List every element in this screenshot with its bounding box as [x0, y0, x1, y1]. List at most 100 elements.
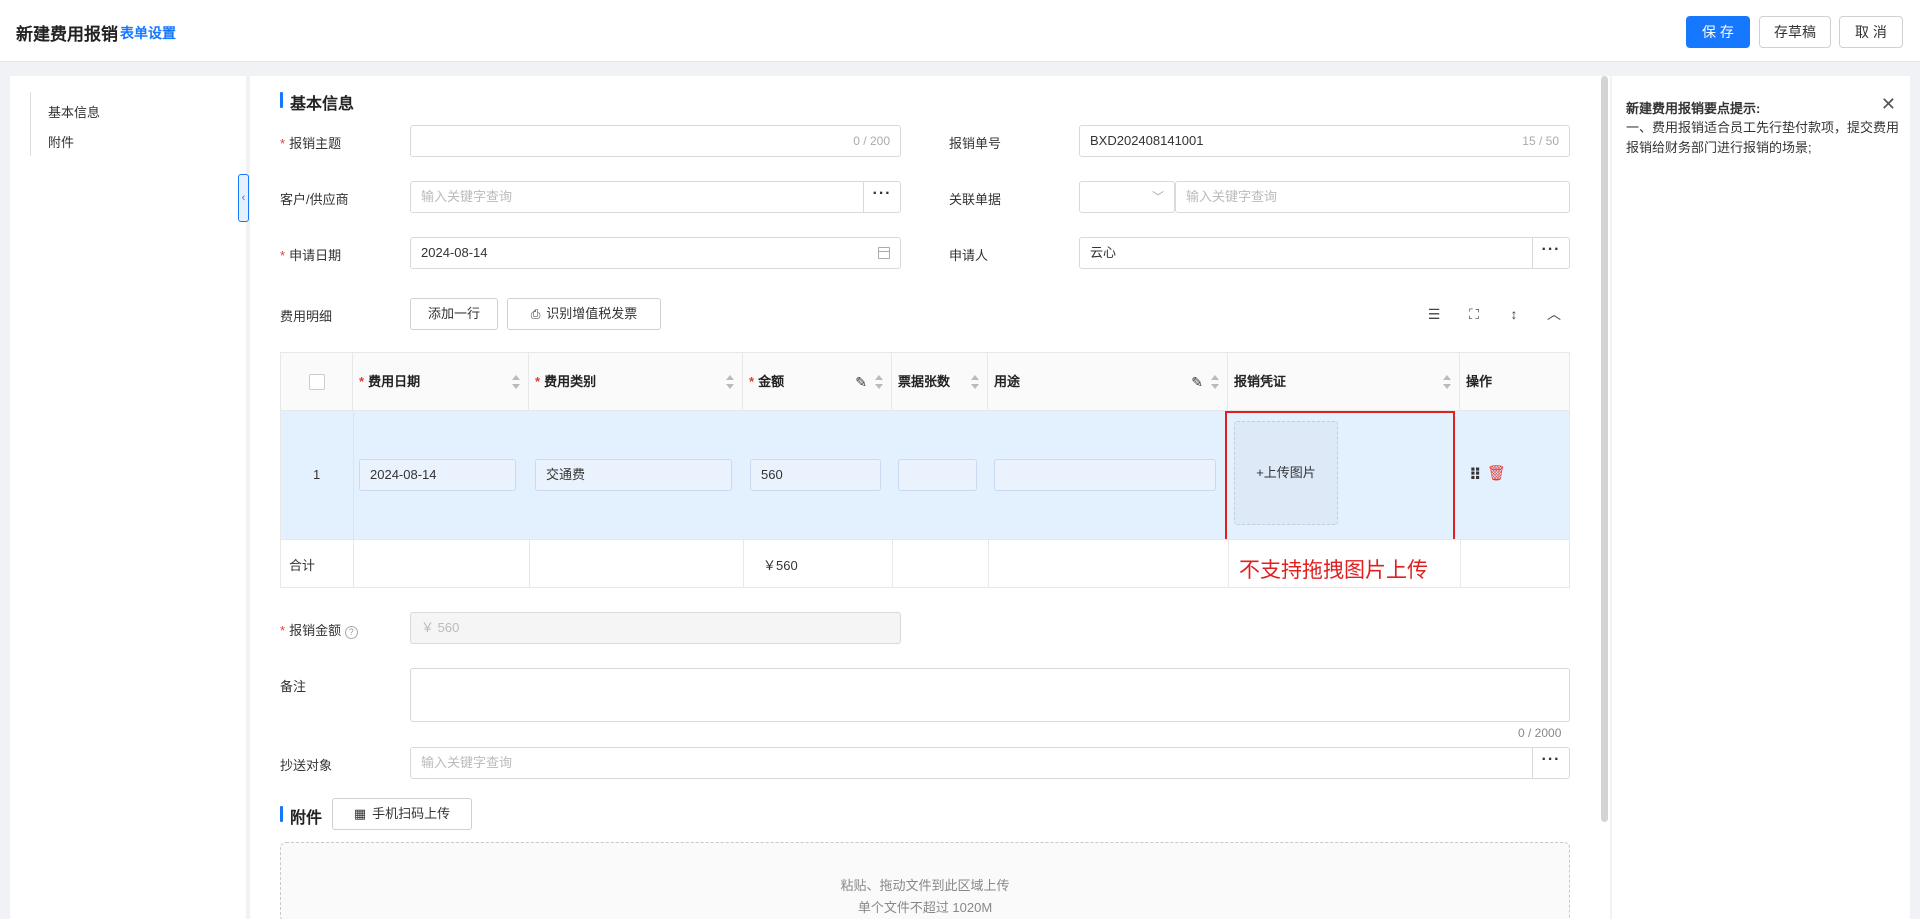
chevron-up-icon[interactable]: ︿ — [1545, 305, 1563, 323]
annotation-text: 不支持拖拽图片上传 — [1239, 558, 1428, 582]
related-type-select[interactable]: ﹀ — [1079, 181, 1175, 213]
row-amount-input[interactable]: 560 — [750, 459, 881, 491]
calendar-icon — [878, 247, 890, 259]
applicant-more-icon[interactable]: ··· — [1532, 238, 1569, 268]
help-question-icon[interactable]: ? — [344, 626, 358, 639]
mobile-upload-label: 手机扫码上传 — [372, 806, 451, 821]
recognize-invoice-button[interactable]: ⎙ 识别增值税发票 — [507, 298, 661, 330]
date-label: * 申请日期 — [280, 248, 342, 263]
file-size-hint: 单个文件不超过 1020M — [857, 900, 993, 915]
sort-icon[interactable] — [726, 375, 734, 389]
sort-icon[interactable] — [1211, 375, 1219, 389]
recognize-invoice-label: 识别增值税发票 — [546, 306, 638, 321]
add-row-button[interactable]: 添加一行 — [410, 298, 498, 330]
cc-more-icon[interactable]: ··· — [1532, 748, 1569, 778]
amount-label: * 报销金额 ? — [280, 620, 358, 639]
col-tickets-text: 票据张数 — [898, 374, 951, 389]
row-divider — [988, 540, 989, 588]
row-purpose-input[interactable] — [994, 459, 1216, 491]
page-title: 新建费用报销 — [16, 25, 118, 44]
main-scrollbar[interactable] — [1601, 76, 1608, 822]
cancel-button[interactable]: 取 消 — [1839, 16, 1903, 48]
cc-input[interactable]: 输入关键字查询 ··· — [410, 747, 1570, 779]
customer-more-icon[interactable]: ··· — [863, 182, 900, 212]
edit-pen-icon[interactable]: ✎ — [855, 353, 867, 411]
qrcode-icon: ▦ — [353, 806, 367, 821]
row-divider — [892, 540, 893, 588]
expense-detail-table: * 费用日期 * 费用类别 * 金额 ✎ 票据张数 用途 ✎ 报销凭证 操作 1 2024… — [280, 352, 1570, 588]
sort-icon[interactable] — [971, 375, 979, 389]
nav-item-basic-info[interactable]: 基本信息 — [48, 102, 100, 121]
row-height-icon[interactable]: ☰ — [1425, 305, 1443, 323]
col-date-text: 费用日期 — [368, 374, 421, 389]
row-tickets-input[interactable] — [898, 459, 977, 491]
related-doc-label: 关联单据 — [949, 192, 1002, 207]
mobile-scan-upload-button[interactable]: ▦ 手机扫码上传 — [332, 798, 472, 830]
number-value: BXD202408141001 — [1090, 133, 1204, 148]
row-index: 1 — [313, 467, 321, 482]
col-header-date[interactable]: * 费用日期 — [353, 353, 529, 411]
fullscreen-icon[interactable]: ⛶ — [1465, 305, 1483, 323]
col-header-tickets[interactable]: 票据张数 — [892, 353, 988, 411]
sort-icon[interactable] — [512, 375, 520, 389]
row-category-input[interactable]: 交通费 — [535, 459, 732, 491]
applicant-input[interactable]: 云心 ··· — [1079, 237, 1570, 269]
cc-placeholder: 输入关键字查询 — [421, 755, 513, 770]
apply-date-value: 2024-08-14 — [421, 245, 488, 260]
close-icon[interactable]: ✕ — [1881, 94, 1896, 115]
sort-icon[interactable] — [875, 375, 883, 389]
save-draft-button[interactable]: 存草稿 — [1759, 16, 1831, 48]
customer-placeholder: 输入关键字查询 — [421, 189, 513, 204]
top-header: 新建费用报销 表单设置 保 存 存草稿 取 消 — [0, 0, 1920, 62]
date-label-text: 申请日期 — [289, 248, 342, 263]
tips-panel: 新建费用报销要点提示: ✕ 一、费用报销适合员工先行垫付款项，提交费用报销给财务… — [1612, 76, 1910, 919]
delete-trash-icon[interactable]: 🗑 — [1487, 464, 1506, 482]
number-label: 报销单号 — [949, 136, 1002, 151]
edit-pen-icon[interactable]: ✎ — [1191, 353, 1203, 411]
drag-handle-icon[interactable]: ⠿ — [1469, 465, 1482, 485]
applicant-label: 申请人 — [949, 248, 989, 263]
sort-icon[interactable] — [1443, 375, 1451, 389]
attachment-section-title: 附件 — [280, 804, 322, 828]
subject-char-count: 0 / 200 — [853, 134, 890, 148]
invoice-scan-icon: ⎙ — [530, 307, 541, 321]
col-header-amount[interactable]: * 金额 ✎ — [743, 353, 892, 411]
form-settings-link[interactable]: 表单设置 — [120, 23, 176, 43]
col-header-purpose[interactable]: 用途 ✎ — [988, 353, 1228, 411]
col-purpose-text: 用途 — [994, 374, 1021, 389]
remark-textarea[interactable] — [410, 668, 1570, 722]
collapse-sidebar-toggle[interactable]: ‹ — [238, 174, 249, 222]
nav-item-attachment[interactable]: 附件 — [48, 132, 74, 151]
number-char-count: 15 / 50 — [1522, 134, 1559, 148]
apply-date-input[interactable]: 2024-08-14 — [410, 237, 901, 269]
nav-rail — [30, 92, 31, 156]
row-date-input[interactable]: 2024-08-14 — [359, 459, 516, 491]
customer-label: 客户/供应商 — [280, 192, 349, 207]
row-divider — [743, 540, 744, 588]
tips-title: 新建费用报销要点提示: — [1626, 101, 1761, 116]
annotation-highlight-box — [1225, 411, 1455, 541]
total-label: 合计 — [289, 558, 316, 573]
tips-content: 一、费用报销适合员工先行垫付款项，提交费用报销给财务部门进行报销的场景; — [1626, 120, 1900, 155]
expand-vertical-icon[interactable]: ↕ — [1505, 305, 1523, 323]
drop-hint-text: 粘贴、拖动文件到此区域上传 — [840, 878, 1010, 893]
col-category-text: 费用类别 — [544, 374, 597, 389]
number-input[interactable]: BXD202408141001 15 / 50 — [1079, 125, 1570, 157]
file-drop-zone[interactable]: 粘贴、拖动文件到此区域上传 单个文件不超过 1020M — [280, 842, 1570, 919]
subject-input[interactable]: 0 / 200 — [410, 125, 901, 157]
col-header-category[interactable]: * 费用类别 — [529, 353, 743, 411]
basic-info-section-title: 基本信息 — [280, 90, 354, 114]
remark-char-count: 0 / 2000 — [1518, 726, 1562, 740]
col-actions-text: 操作 — [1466, 374, 1493, 389]
table-total-row: 合计 ￥560 不支持拖拽图片上传 — [281, 539, 1569, 588]
left-anchor-nav: 基本信息 附件 — [10, 76, 246, 919]
subject-label-text: 报销主题 — [289, 136, 342, 151]
row-divider — [353, 540, 354, 588]
customer-input[interactable]: 输入关键字查询 ··· — [410, 181, 901, 213]
related-doc-input[interactable]: 输入关键字查询 — [1175, 181, 1570, 213]
save-button[interactable]: 保 存 — [1686, 16, 1750, 48]
total-amount: ￥560 — [763, 558, 798, 573]
col-header-voucher[interactable]: 报销凭证 — [1228, 353, 1460, 411]
amount-label-text: 报销金额 — [289, 623, 342, 638]
select-all-checkbox[interactable] — [309, 374, 325, 390]
